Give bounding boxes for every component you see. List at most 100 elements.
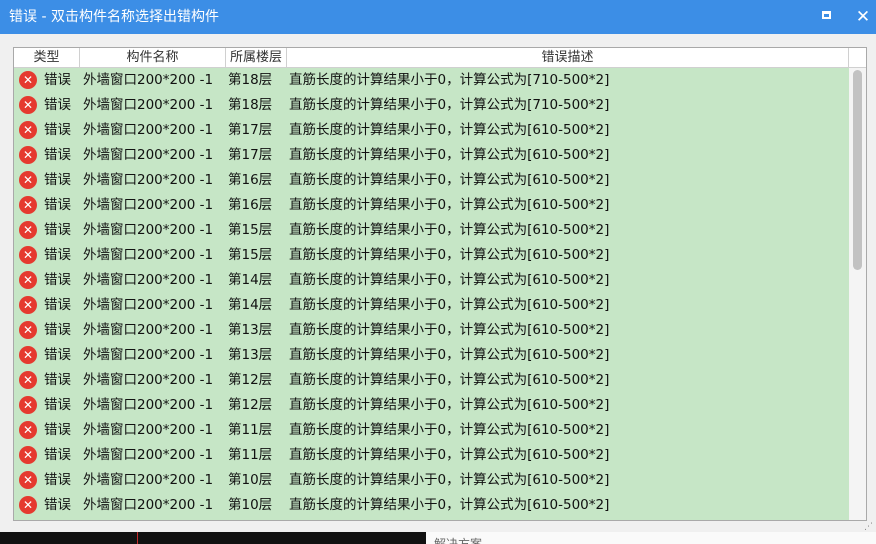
cell-component-name[interactable]: 外墙窗口200*200 -1 bbox=[83, 168, 213, 193]
resize-grip-icon[interactable]: ⋰ bbox=[864, 522, 874, 532]
table-row[interactable]: ✕ 错误 外墙窗口200*200 -1 第16层 直筋长度的计算结果小于0，计算公式为[… bbox=[14, 193, 849, 218]
cell-floor: 第15层 bbox=[228, 222, 273, 238]
table-row[interactable]: ✕ 错误 外墙窗口200*200 -1 第12层 直筋长度的计算结果小于0，计算公式为[… bbox=[14, 368, 849, 393]
table-row[interactable]: ✕ 错误 外墙窗口200*200 -1 第14层 直筋长度的计算结果小于0，计算公式为[… bbox=[14, 293, 849, 318]
error-icon: ✕ bbox=[19, 346, 37, 364]
table-row[interactable]: ✕ 错误 外墙窗口200*200 -1 第11层 直筋长度的计算结果小于0，计算公式为[… bbox=[14, 418, 849, 443]
solution-label: 解决方案 bbox=[434, 537, 483, 544]
cell-component-name[interactable]: 外墙窗口200*200 -1 bbox=[83, 243, 213, 268]
cell-floor: 第11层 bbox=[228, 422, 273, 438]
cell-type: 错误 bbox=[44, 447, 71, 463]
cell-type: 错误 bbox=[44, 322, 71, 338]
cell-type: 错误 bbox=[44, 472, 71, 488]
table-row[interactable]: ✕ 错误 外墙窗口200*200 -1 第13层 直筋长度的计算结果小于0，计算公式为[… bbox=[14, 343, 849, 368]
cell-type: 错误 bbox=[44, 172, 71, 188]
table-row[interactable]: ✕ 错误 外墙窗口200*200 -1 第17层 直筋长度的计算结果小于0，计算公式为[… bbox=[14, 118, 849, 143]
cell-component-name[interactable]: 外墙窗口200*200 -1 bbox=[83, 68, 213, 93]
error-icon: ✕ bbox=[19, 146, 37, 164]
table-row[interactable]: ✕ 错误 外墙窗口200*200 -1 第18层 直筋长度的计算结果小于0，计算公式为[… bbox=[14, 93, 849, 118]
error-rows: ✕ 错误 外墙窗口200*200 -1 第18层 直筋长度的计算结果小于0，计算公式为[… bbox=[14, 68, 849, 520]
table-row[interactable]: ✕ 错误 外墙窗口200*200 -1 第10层 直筋长度的计算结果小于0，计算公式为[… bbox=[14, 468, 849, 493]
cell-type: 错误 bbox=[44, 122, 71, 138]
error-icon: ✕ bbox=[19, 471, 37, 489]
cell-component-name[interactable]: 外墙窗口200*200 -1 bbox=[83, 293, 213, 318]
cell-description: 直筋长度的计算结果小于0，计算公式为[710-500*2] bbox=[289, 72, 610, 88]
table-row[interactable]: ✕ 错误 外墙窗口200*200 -1 第16层 直筋长度的计算结果小于0，计算公式为[… bbox=[14, 168, 849, 193]
error-icon: ✕ bbox=[19, 446, 37, 464]
table-row[interactable]: ✕ 错误 外墙窗口200*200 -1 第15层 直筋长度的计算结果小于0，计算公式为[… bbox=[14, 218, 849, 243]
cell-description: 直筋长度的计算结果小于0，计算公式为[610-500*2] bbox=[289, 272, 610, 288]
cell-component-name[interactable]: 外墙窗口200*200 -1 bbox=[83, 268, 213, 293]
cell-component-name[interactable]: 外墙窗口200*200 -1 bbox=[83, 468, 213, 493]
cell-type: 错误 bbox=[44, 97, 71, 113]
cell-component-name[interactable]: 外墙窗口200*200 -1 bbox=[83, 418, 213, 443]
cell-description: 直筋长度的计算结果小于0，计算公式为[610-500*2] bbox=[289, 422, 610, 438]
cell-type: 错误 bbox=[44, 197, 71, 213]
column-header-name[interactable]: 构件名称 bbox=[80, 48, 226, 67]
cell-type: 错误 bbox=[44, 297, 71, 313]
column-header-type[interactable]: 类型 bbox=[14, 48, 80, 67]
cell-type: 错误 bbox=[44, 247, 71, 263]
table-row[interactable]: ✕ 错误 外墙窗口200*200 -1 第14层 直筋长度的计算结果小于0，计算公式为[… bbox=[14, 268, 849, 293]
cell-component-name[interactable]: 外墙窗口200*200 -1 bbox=[83, 318, 213, 343]
cell-floor: 第16层 bbox=[228, 172, 273, 188]
cell-floor: 第17层 bbox=[228, 122, 273, 138]
cell-description: 直筋长度的计算结果小于0，计算公式为[610-500*2] bbox=[289, 297, 610, 313]
cell-description: 直筋长度的计算结果小于0，计算公式为[610-500*2] bbox=[289, 372, 610, 388]
cell-component-name[interactable]: 外墙窗口200*200 -1 bbox=[83, 93, 213, 118]
cell-type: 错误 bbox=[44, 422, 71, 438]
cell-description: 直筋长度的计算结果小于0，计算公式为[610-500*2] bbox=[289, 472, 610, 488]
bottom-strip: 解决方案 bbox=[0, 532, 876, 544]
cell-component-name[interactable]: 外墙窗口200*200 -1 bbox=[83, 343, 213, 368]
cell-description: 直筋长度的计算结果小于0，计算公式为[610-500*2] bbox=[289, 122, 610, 138]
cell-type: 错误 bbox=[44, 72, 71, 88]
scroll-thumb[interactable] bbox=[853, 70, 862, 270]
cell-component-name[interactable]: 外墙窗口200*200 -1 bbox=[83, 493, 213, 518]
error-icon: ✕ bbox=[19, 271, 37, 289]
error-icon: ✕ bbox=[19, 421, 37, 439]
error-icon: ✕ bbox=[19, 121, 37, 139]
cell-component-name[interactable]: 外墙窗口200*200 -1 bbox=[83, 368, 213, 393]
cell-type: 错误 bbox=[44, 147, 71, 163]
table-row[interactable]: ✕ 错误 外墙窗口200*200 -1 第18层 直筋长度的计算结果小于0，计算公式为[… bbox=[14, 68, 849, 93]
vertical-scrollbar[interactable] bbox=[849, 68, 866, 520]
table-row[interactable]: ✕ 错误 外墙窗口200*200 -1 第11层 直筋长度的计算结果小于0，计算公式为[… bbox=[14, 443, 849, 468]
table-row[interactable]: ✕ 错误 外墙窗口200*200 -1 第10层 直筋长度的计算结果小于0，计算公式为[… bbox=[14, 493, 849, 518]
cell-description: 直筋长度的计算结果小于0，计算公式为[610-500*2] bbox=[289, 447, 610, 463]
error-icon: ✕ bbox=[19, 296, 37, 314]
cell-description: 直筋长度的计算结果小于0，计算公式为[610-500*2] bbox=[289, 197, 610, 213]
table-row[interactable]: ✕ 错误 外墙窗口200*200 -1 第17层 直筋长度的计算结果小于0，计算公式为[… bbox=[14, 143, 849, 168]
divider-line bbox=[137, 532, 138, 544]
cell-component-name[interactable]: 外墙窗口200*200 -1 bbox=[83, 193, 213, 218]
error-icon: ✕ bbox=[19, 96, 37, 114]
cell-description: 直筋长度的计算结果小于0，计算公式为[610-500*2] bbox=[289, 497, 610, 513]
cell-description: 直筋长度的计算结果小于0，计算公式为[610-500*2] bbox=[289, 247, 610, 263]
cell-component-name[interactable]: 外墙窗口200*200 -1 bbox=[83, 218, 213, 243]
solution-panel: 解决方案 bbox=[426, 532, 876, 544]
background-area bbox=[0, 532, 426, 544]
table-row[interactable]: ✕ 错误 外墙窗口200*200 -1 第13层 直筋长度的计算结果小于0，计算公式为[… bbox=[14, 318, 849, 343]
column-header-floor[interactable]: 所属楼层 bbox=[226, 48, 287, 67]
table-row[interactable]: ✕ 错误 外墙窗口200*200 -1 第12层 直筋长度的计算结果小于0，计算公式为[… bbox=[14, 393, 849, 418]
maximize-icon[interactable] bbox=[822, 11, 831, 19]
error-icon: ✕ bbox=[19, 496, 37, 514]
cell-component-name[interactable]: 外墙窗口200*200 -1 bbox=[83, 393, 213, 418]
table-row[interactable]: ✕ 错误 外墙窗口200*200 -1 第15层 直筋长度的计算结果小于0，计算公式为[… bbox=[14, 243, 849, 268]
error-icon: ✕ bbox=[19, 196, 37, 214]
cell-floor: 第16层 bbox=[228, 197, 273, 213]
cell-type: 错误 bbox=[44, 372, 71, 388]
cell-component-name[interactable]: 外墙窗口200*200 -1 bbox=[83, 443, 213, 468]
window-title: 错误 - 双击构件名称选择出错构件 bbox=[9, 9, 219, 25]
error-icon: ✕ bbox=[19, 321, 37, 339]
cell-floor: 第12层 bbox=[228, 397, 273, 413]
cell-floor: 第14层 bbox=[228, 272, 273, 288]
cell-description: 直筋长度的计算结果小于0，计算公式为[610-500*2] bbox=[289, 172, 610, 188]
cell-component-name[interactable]: 外墙窗口200*200 -1 bbox=[83, 143, 213, 168]
cell-type: 错误 bbox=[44, 347, 71, 363]
cell-component-name[interactable]: 外墙窗口200*200 -1 bbox=[83, 118, 213, 143]
cell-floor: 第11层 bbox=[228, 447, 273, 463]
cell-floor: 第10层 bbox=[228, 472, 273, 488]
cell-floor: 第18层 bbox=[228, 72, 273, 88]
close-icon[interactable]: ✕ bbox=[852, 5, 874, 29]
column-header-desc[interactable]: 错误描述 bbox=[287, 48, 849, 67]
